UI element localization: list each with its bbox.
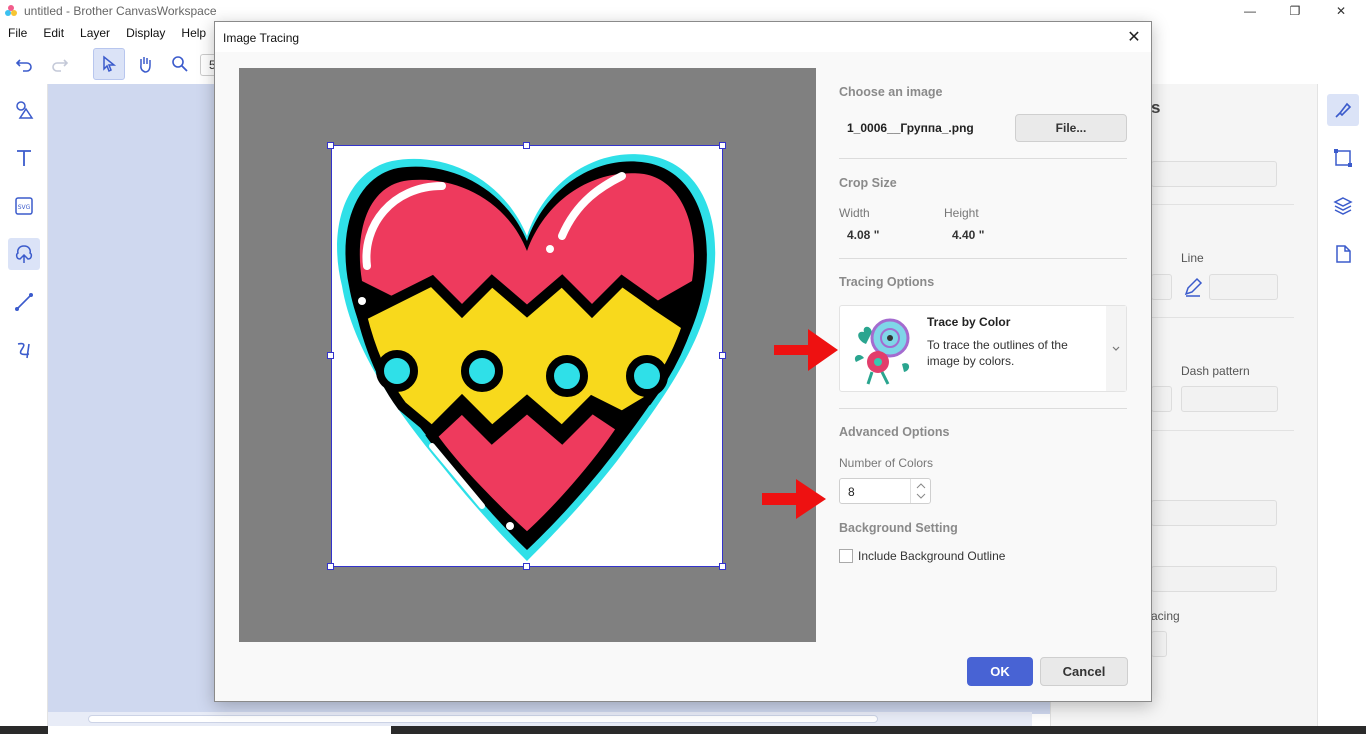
red-arrow-annotation [762,479,826,519]
trace-mode-title: Trace by Color [927,315,1011,329]
advanced-options-title: Advanced Options [839,425,950,439]
include-background-checkbox[interactable] [839,549,853,563]
trace-mode-description: To trace the outlines of the image by co… [927,338,1068,368]
chevron-down-icon[interactable] [1106,306,1126,391]
line-width-field[interactable] [1209,274,1278,300]
horizontal-scrollbar[interactable] [48,712,1032,726]
crop-frame[interactable] [331,145,723,567]
resize-handle[interactable] [327,563,334,570]
transform-icon[interactable] [1327,142,1359,174]
image-trace-tool-icon[interactable] [8,238,40,270]
resize-handle[interactable] [327,142,334,149]
include-background-label: Include Background Outline [858,549,1006,563]
height-label: Height [944,206,979,220]
cancel-button[interactable]: Cancel [1040,657,1128,686]
number-of-colors-stepper[interactable]: 8 [839,478,931,504]
shapes-icon[interactable] [8,94,40,126]
line-label: Line [1181,251,1204,265]
file-button[interactable]: File... [1015,114,1127,142]
panel-dropdown-2[interactable] [1151,500,1277,526]
width-label: Width [839,206,870,220]
taskbar-strip [0,726,1366,734]
window-title: untitled - Brother CanvasWorkspace [24,4,217,18]
hand-tool-icon[interactable] [129,48,161,80]
text-tool-icon[interactable] [8,142,40,174]
menu-bar: File Edit Layer Display Help [0,22,214,44]
line-tool-icon[interactable] [8,286,40,318]
flower-thumbnail-icon [854,318,910,385]
panel-dropdown[interactable] [1151,161,1277,187]
dash-pattern-label: Dash pattern [1181,364,1250,378]
number-of-colors-label: Number of Colors [839,456,934,470]
choose-image-title: Choose an image [839,85,943,99]
left-toolbar: SVG [0,84,48,734]
dialog-title: Image Tracing [223,31,300,45]
page-icon[interactable] [1327,238,1359,270]
ok-button[interactable]: OK [967,657,1033,686]
freehand-tool-icon[interactable] [8,334,40,366]
heart-image [337,154,716,562]
spacing-label: acing [1151,609,1180,623]
zoom-icon[interactable] [164,48,196,80]
scrollbar-thumb[interactable] [88,715,878,723]
app-logo-icon [5,5,17,16]
resize-handle[interactable] [523,563,530,570]
resize-handle[interactable] [523,142,530,149]
width-value: 4.08 " [847,228,880,242]
minimize-button[interactable]: — [1227,0,1273,22]
pen-icon[interactable] [1182,276,1204,298]
image-preview [239,68,816,642]
dialog-title-bar: Image Tracing ✕ [215,22,1151,52]
restore-button[interactable]: ❐ [1272,0,1318,22]
file-name: 1_0006__Группа_.png [847,121,974,135]
menu-edit[interactable]: Edit [35,26,72,40]
resize-handle[interactable] [719,563,726,570]
trace-mode-dropdown[interactable]: Trace by Color To trace the outlines of … [839,305,1127,392]
menu-help[interactable]: Help [173,26,214,40]
panel-dropdown-3[interactable] [1151,566,1277,592]
redo-icon[interactable] [44,48,76,80]
resize-handle[interactable] [719,352,726,359]
menu-display[interactable]: Display [118,26,173,40]
panel-field[interactable] [1151,274,1172,300]
select-tool-icon[interactable] [93,48,125,80]
title-bar: untitled - Brother CanvasWorkspace [0,0,1366,22]
dash-pattern-dropdown[interactable] [1181,386,1278,412]
menu-file[interactable]: File [0,26,35,40]
resize-handle[interactable] [719,142,726,149]
layers-icon[interactable] [1327,190,1359,222]
image-tracing-dialog: Image Tracing ✕ Choose an image 1_0006__… [214,21,1152,702]
window-close-button[interactable]: ✕ [1318,0,1364,22]
undo-icon[interactable] [8,48,40,80]
background-setting-title: Background Setting [839,521,958,535]
svg-text:SVG: SVG [18,204,31,211]
red-arrow-annotation [774,329,838,371]
right-toolbar [1317,84,1366,726]
panel-heading: s [1151,98,1161,117]
height-value: 4.40 " [952,228,985,242]
crop-size-title: Crop Size [839,176,897,190]
number-of-colors-value: 8 [848,485,855,499]
spacing-spinner[interactable] [1151,631,1167,657]
resize-handle[interactable] [327,352,334,359]
menu-layer[interactable]: Layer [72,26,118,40]
paint-brush-icon[interactable] [1327,94,1359,126]
stepper-arrows[interactable] [910,479,930,503]
svg-import-icon[interactable]: SVG [8,190,40,222]
panel-spinner[interactable] [1151,386,1172,412]
tracing-options-title: Tracing Options [839,275,935,289]
dialog-close-button[interactable]: ✕ [1123,26,1145,48]
